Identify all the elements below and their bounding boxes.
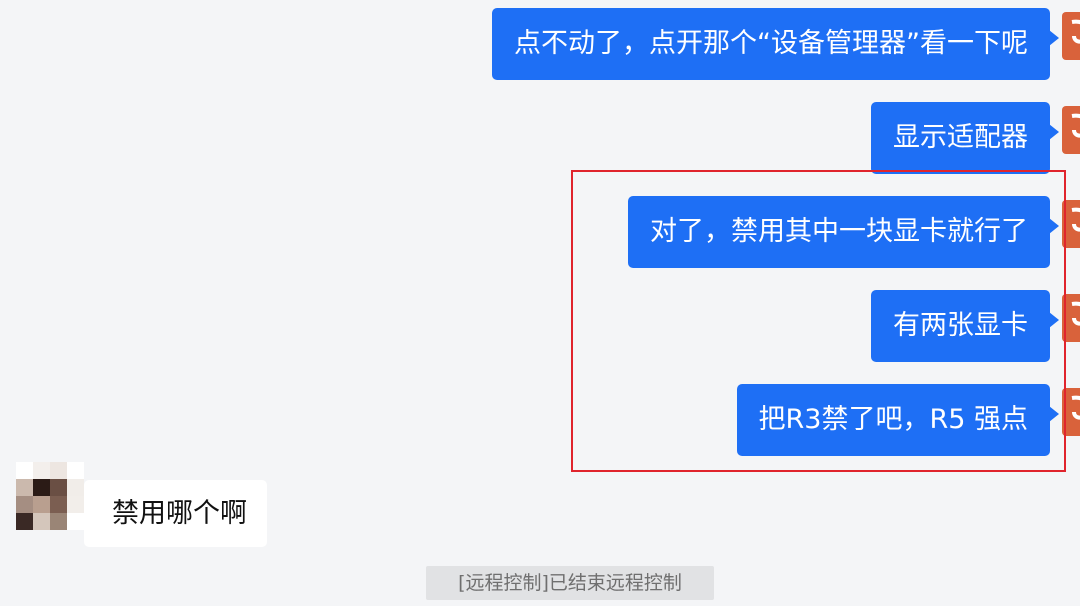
annotation-highlight-box xyxy=(571,170,1066,472)
chat-window: 点不动了，点开那个“设备管理器”看一下呢 显示适配器 对了，禁用其中一块显卡就行… xyxy=(0,0,1080,606)
pixelated-avatar[interactable] xyxy=(16,462,84,530)
avatar-icon[interactable] xyxy=(1062,106,1080,154)
outgoing-message[interactable]: 点不动了，点开那个“设备管理器”看一下呢 xyxy=(492,8,1059,80)
avatar-icon[interactable] xyxy=(1062,12,1080,60)
incoming-message[interactable]: 禁用哪个啊 xyxy=(84,480,267,547)
system-notice: [远程控制]已结束远程控制 xyxy=(426,566,714,600)
outgoing-message[interactable]: 显示适配器 xyxy=(871,102,1059,174)
